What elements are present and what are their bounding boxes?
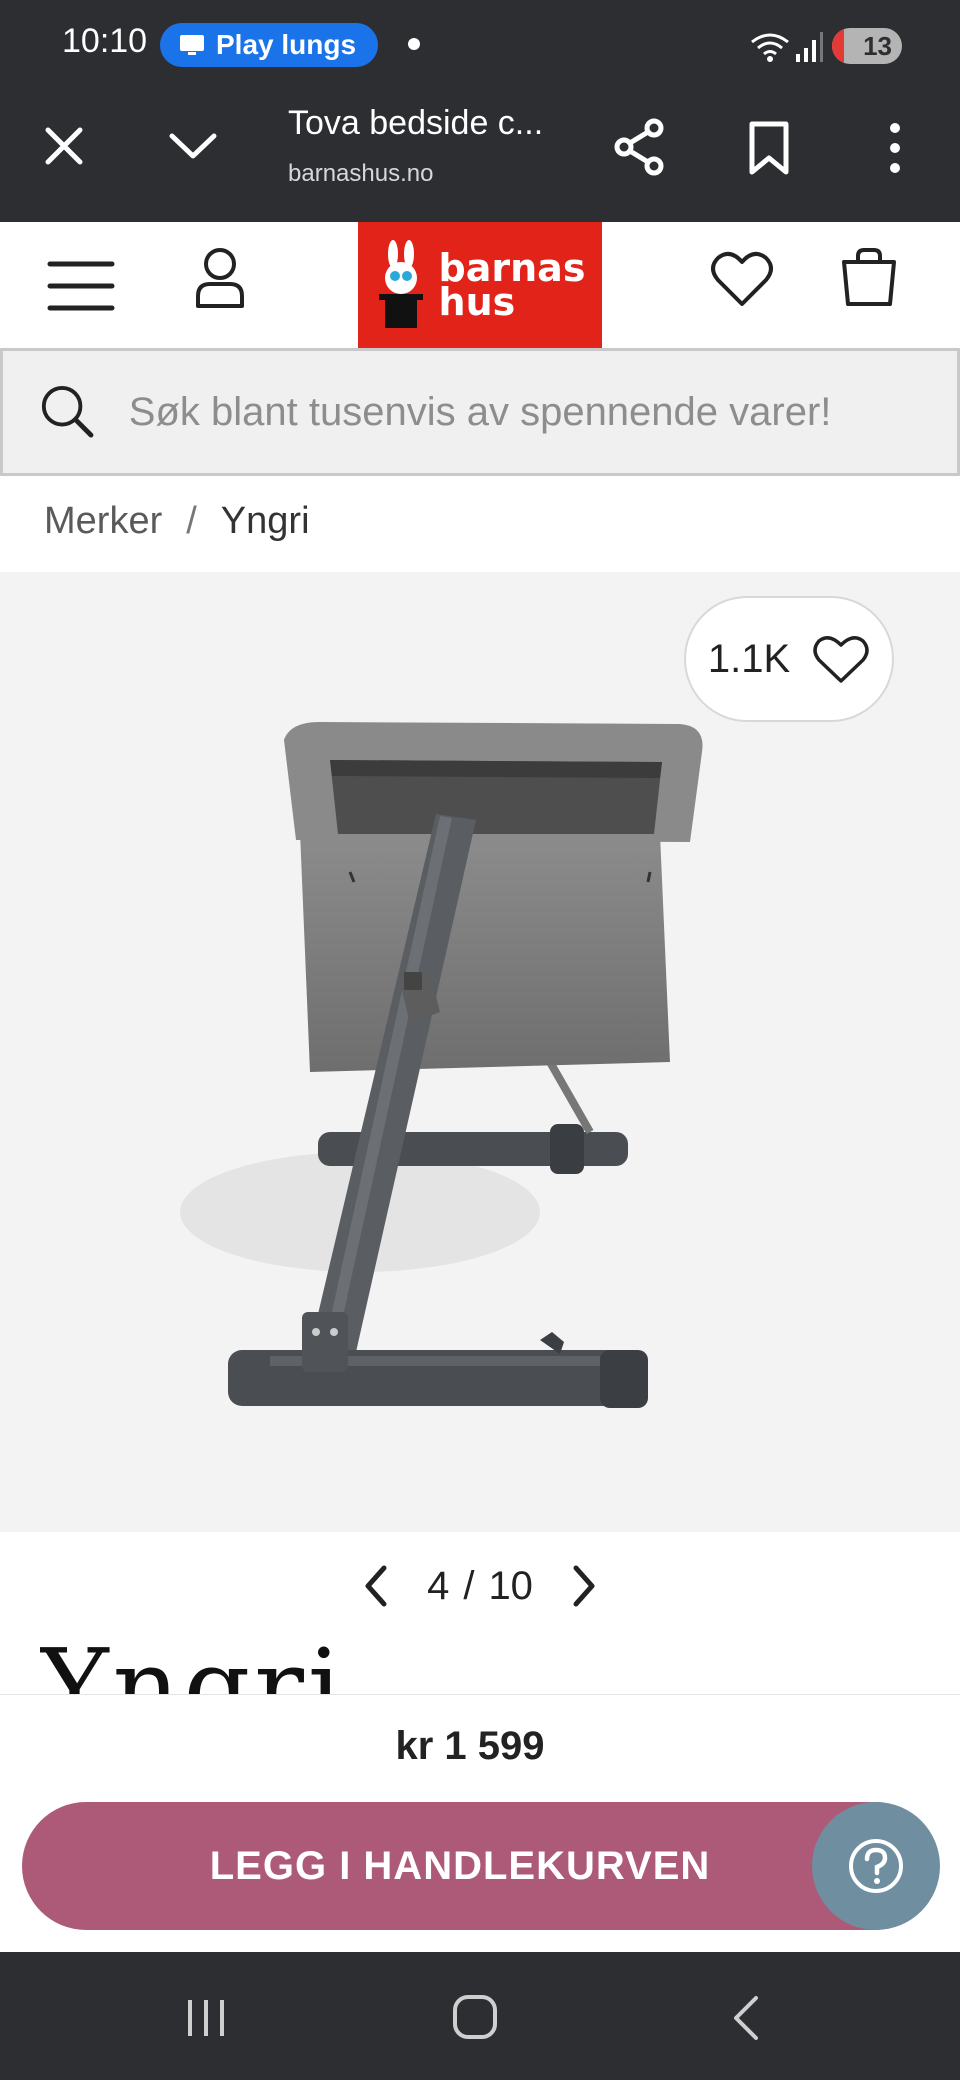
brand-logo: Yngri [40, 1632, 340, 1694]
chevron-down-icon[interactable] [168, 128, 218, 164]
like-counter-button[interactable]: 1.1K [684, 596, 894, 722]
tab-url: barnashus.no [288, 160, 434, 187]
signal-icon [796, 32, 823, 62]
notification-text: Play lungs [216, 29, 357, 60]
search-icon[interactable] [39, 382, 97, 442]
wishlist-heart-icon[interactable] [710, 248, 774, 308]
chevron-left-icon[interactable] [360, 1564, 390, 1608]
notification-dot-icon [408, 38, 420, 50]
browser-chrome: 10:10 Play lungs 13 Tova bedside c... ba… [0, 0, 960, 222]
question-mark-icon [849, 1839, 903, 1893]
breadcrumb: Merker / Yngri [44, 500, 310, 543]
share-icon[interactable] [614, 118, 666, 176]
logo-wordmark: barnas hus [438, 246, 586, 324]
wifi-icon [751, 33, 789, 62]
battery-low-fill [832, 28, 844, 64]
site-logo[interactable]: barnas hus [358, 222, 602, 348]
image-total: 10 [488, 1563, 533, 1608]
search-bar[interactable] [0, 348, 960, 476]
site-header: barnas hus [0, 222, 960, 348]
brand-logo-word: Yngri [40, 1632, 340, 1694]
image-counter: 4 / 10 [427, 1564, 533, 1609]
search-input[interactable] [128, 389, 957, 435]
battery-level: 13 [863, 30, 892, 61]
image-pager: 4 / 10 [360, 1556, 600, 1616]
system-navigation-bar [0, 1952, 960, 2080]
chevron-right-icon[interactable] [570, 1564, 600, 1608]
menu-icon[interactable] [46, 258, 116, 314]
add-to-cart-label: LEGG I HANDLEKURVEN [209, 1843, 711, 1888]
cast-icon [180, 35, 204, 55]
more-options-icon[interactable] [882, 120, 908, 176]
product-price: kr 1 599 [395, 1724, 545, 1768]
bookmark-icon[interactable] [746, 120, 792, 176]
shopping-bag-icon[interactable] [840, 246, 898, 308]
image-separator: / [463, 1563, 475, 1608]
media-notification-pill[interactable]: Play lungs [160, 23, 378, 67]
status-time: 10:10 [62, 22, 148, 60]
heart-icon [813, 636, 869, 683]
tab-title: Tova bedside c... [288, 104, 544, 142]
image-index: 4 [427, 1563, 450, 1608]
help-button[interactable] [812, 1802, 940, 1930]
battery-indicator: 13 [832, 28, 902, 64]
like-count: 1.1K [707, 636, 791, 681]
close-icon[interactable] [42, 124, 86, 168]
recent-apps-icon[interactable] [184, 1996, 228, 2040]
breadcrumb-item-merker[interactable]: Merker [44, 500, 162, 543]
breadcrumb-item-current[interactable]: Yngri [221, 500, 310, 543]
back-icon[interactable] [728, 1994, 762, 2042]
home-icon[interactable] [452, 1994, 498, 2040]
breadcrumb-separator: / [186, 500, 197, 542]
add-to-cart-button[interactable]: LEGG I HANDLEKURVEN [22, 1802, 938, 1930]
account-icon[interactable] [192, 246, 248, 310]
rabbit-hat-logo-icon [378, 240, 423, 328]
